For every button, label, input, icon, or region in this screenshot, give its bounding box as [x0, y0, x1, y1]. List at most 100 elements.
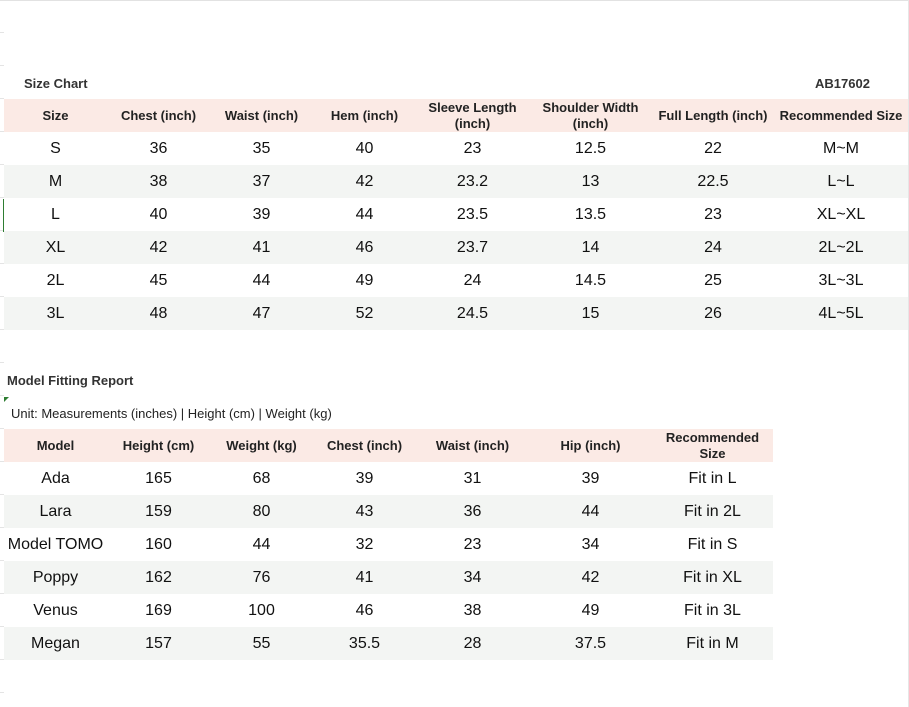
- table-cell[interactable]: 34: [416, 561, 529, 594]
- table-cell[interactable]: 44: [210, 528, 313, 561]
- header-cell[interactable]: Hip (inch): [529, 429, 652, 462]
- header-cell[interactable]: Shoulder Width (inch): [529, 99, 652, 132]
- table-cell[interactable]: 42: [107, 231, 210, 264]
- table-cell[interactable]: 46: [313, 594, 416, 627]
- header-cell[interactable]: Recommended Size: [652, 429, 773, 462]
- table-cell[interactable]: Venus: [4, 594, 107, 627]
- table-cell[interactable]: L~L: [774, 165, 908, 198]
- table-cell[interactable]: 41: [210, 231, 313, 264]
- table-cell[interactable]: 23.7: [416, 231, 529, 264]
- table-cell[interactable]: 23: [416, 132, 529, 165]
- table-cell[interactable]: 48: [107, 297, 210, 330]
- table-cell[interactable]: 169: [107, 594, 210, 627]
- table-cell[interactable]: Poppy: [4, 561, 107, 594]
- table-cell[interactable]: 80: [210, 495, 313, 528]
- header-cell[interactable]: Hem (inch): [313, 99, 416, 132]
- table-cell[interactable]: 42: [529, 561, 652, 594]
- table-cell[interactable]: S: [4, 132, 107, 165]
- table-cell[interactable]: 24: [416, 264, 529, 297]
- table-cell[interactable]: 162: [107, 561, 210, 594]
- table-cell[interactable]: 23.2: [416, 165, 529, 198]
- table-cell[interactable]: Fit in 2L: [652, 495, 773, 528]
- table-cell[interactable]: 43: [313, 495, 416, 528]
- table-cell[interactable]: 45: [107, 264, 210, 297]
- table-cell[interactable]: 55: [210, 627, 313, 660]
- header-cell[interactable]: Chest (inch): [107, 99, 210, 132]
- table-cell[interactable]: 68: [210, 462, 313, 495]
- table-cell[interactable]: Fit in L: [652, 462, 773, 495]
- table-cell[interactable]: M: [4, 165, 107, 198]
- header-cell[interactable]: Height (cm): [107, 429, 210, 462]
- table-cell[interactable]: 38: [107, 165, 210, 198]
- table-cell[interactable]: 39: [210, 198, 313, 231]
- table-cell[interactable]: 24.5: [416, 297, 529, 330]
- table-cell[interactable]: 159: [107, 495, 210, 528]
- table-cell[interactable]: 36: [107, 132, 210, 165]
- table-cell[interactable]: 24: [652, 231, 774, 264]
- table-cell[interactable]: 40: [107, 198, 210, 231]
- table-cell[interactable]: 34: [529, 528, 652, 561]
- table-cell[interactable]: 44: [313, 198, 416, 231]
- table-cell[interactable]: 76: [210, 561, 313, 594]
- header-cell[interactable]: Chest (inch): [313, 429, 416, 462]
- table-cell[interactable]: 39: [313, 462, 416, 495]
- table-cell[interactable]: Fit in M: [652, 627, 773, 660]
- header-cell[interactable]: Recommended Size: [774, 99, 908, 132]
- table-cell[interactable]: 37: [210, 165, 313, 198]
- header-cell[interactable]: Weight (kg): [210, 429, 313, 462]
- table-cell[interactable]: 22.5: [652, 165, 774, 198]
- table-cell[interactable]: 22: [652, 132, 774, 165]
- table-cell[interactable]: 4L~5L: [774, 297, 908, 330]
- table-cell[interactable]: 49: [313, 264, 416, 297]
- table-cell[interactable]: 160: [107, 528, 210, 561]
- table-cell[interactable]: XL: [4, 231, 107, 264]
- table-cell[interactable]: 37.5: [529, 627, 652, 660]
- table-cell[interactable]: Model TOMO: [4, 528, 107, 561]
- table-cell[interactable]: L: [4, 198, 107, 231]
- table-cell[interactable]: 2L: [4, 264, 107, 297]
- header-cell[interactable]: Model: [4, 429, 107, 462]
- table-cell[interactable]: 100: [210, 594, 313, 627]
- table-cell[interactable]: Ada: [4, 462, 107, 495]
- header-cell[interactable]: Waist (inch): [416, 429, 529, 462]
- table-cell[interactable]: 42: [313, 165, 416, 198]
- table-cell[interactable]: XL~XL: [774, 198, 908, 231]
- table-cell[interactable]: 3L: [4, 297, 107, 330]
- table-cell[interactable]: 13: [529, 165, 652, 198]
- table-cell[interactable]: 46: [313, 231, 416, 264]
- table-cell[interactable]: 15: [529, 297, 652, 330]
- header-cell[interactable]: Size: [4, 99, 107, 132]
- table-cell[interactable]: 47: [210, 297, 313, 330]
- table-cell[interactable]: M~M: [774, 132, 908, 165]
- table-cell[interactable]: 3L~3L: [774, 264, 908, 297]
- table-cell[interactable]: Fit in 3L: [652, 594, 773, 627]
- table-cell[interactable]: 165: [107, 462, 210, 495]
- table-cell[interactable]: 12.5: [529, 132, 652, 165]
- table-cell[interactable]: 2L~2L: [774, 231, 908, 264]
- table-cell[interactable]: 40: [313, 132, 416, 165]
- table-cell[interactable]: 44: [210, 264, 313, 297]
- header-cell[interactable]: Full Length (inch): [652, 99, 774, 132]
- table-cell[interactable]: 13.5: [529, 198, 652, 231]
- table-cell[interactable]: 32: [313, 528, 416, 561]
- table-cell[interactable]: 35: [210, 132, 313, 165]
- table-cell[interactable]: Megan: [4, 627, 107, 660]
- table-cell[interactable]: 35.5: [313, 627, 416, 660]
- table-cell[interactable]: 157: [107, 627, 210, 660]
- table-cell[interactable]: 23: [416, 528, 529, 561]
- table-cell[interactable]: 14.5: [529, 264, 652, 297]
- table-cell[interactable]: Fit in S: [652, 528, 773, 561]
- table-cell[interactable]: Fit in XL: [652, 561, 773, 594]
- table-cell[interactable]: 23: [652, 198, 774, 231]
- table-cell[interactable]: 23.5: [416, 198, 529, 231]
- header-cell[interactable]: Sleeve Length (inch): [416, 99, 529, 132]
- table-cell[interactable]: 36: [416, 495, 529, 528]
- table-cell[interactable]: 38: [416, 594, 529, 627]
- header-cell[interactable]: Waist (inch): [210, 99, 313, 132]
- table-cell[interactable]: 26: [652, 297, 774, 330]
- table-cell[interactable]: 52: [313, 297, 416, 330]
- table-cell[interactable]: 28: [416, 627, 529, 660]
- table-cell[interactable]: 44: [529, 495, 652, 528]
- table-cell[interactable]: 39: [529, 462, 652, 495]
- table-cell[interactable]: 49: [529, 594, 652, 627]
